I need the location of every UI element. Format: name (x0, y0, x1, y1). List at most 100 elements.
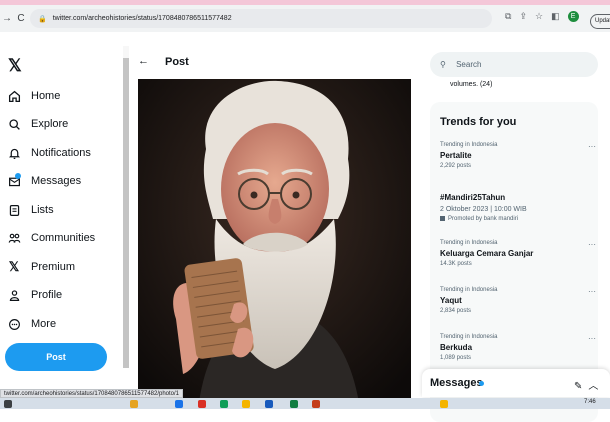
sidebar-item-premium[interactable]: 𝕏 Premium (6, 256, 75, 278)
install-icon[interactable]: ⧉ (505, 11, 511, 22)
more-horizontal-icon[interactable]: ··· (588, 142, 596, 151)
edge-icon[interactable] (175, 400, 183, 408)
right-column: ⚲ Search volumes. (24) Trends for you Tr… (430, 46, 600, 422)
sidebar-scrollbar[interactable] (123, 58, 129, 368)
search-icon (6, 116, 22, 132)
sidepanel-icon[interactable]: ◧ (551, 11, 560, 22)
main-column: ← Post (130, 46, 420, 409)
search-icon: ⚲ (440, 60, 446, 69)
x-logo-icon[interactable]: 𝕏 (8, 56, 22, 76)
messages-actions: ✎︿ (574, 377, 604, 392)
trend-name: Pertalite (440, 151, 472, 160)
trend-item-promoted[interactable]: #Mandiri25Tahun 2 Oktober 2023 | 10:00 W… (440, 190, 590, 222)
page-title: Post (165, 56, 189, 68)
sidebar-item-label: Messages (31, 175, 82, 187)
trend-date: 2 Oktober 2023 | 10:00 WIB (440, 206, 527, 213)
app-icon[interactable] (130, 400, 138, 408)
trend-count: 2,292 posts (440, 163, 472, 169)
start-icon[interactable] (4, 400, 12, 408)
lock-icon: 🔒 (38, 15, 47, 23)
sidebar-item-label: Communities (31, 232, 96, 244)
sidebar-item-label: Lists (31, 204, 54, 216)
bookmark-star-icon[interactable]: ☆ (535, 11, 543, 22)
envelope-icon (6, 173, 22, 189)
sidebar-item-communities[interactable]: Communities (6, 227, 95, 249)
sidebar-item-label: Notifications (31, 147, 91, 159)
sidebar-item-lists[interactable]: Lists (6, 199, 54, 221)
sidebar-item-messages[interactable]: Messages (6, 170, 81, 192)
address-url: twitter.com/archeohistories/status/17084… (52, 15, 232, 22)
search-input[interactable]: ⚲ Search (430, 52, 598, 77)
more-horizontal-icon[interactable]: ··· (588, 240, 596, 249)
browser-toolbar: → C 🔒 twitter.com/archeohistories/status… (0, 5, 610, 32)
sidebar-item-profile[interactable]: Profile (6, 284, 62, 306)
trends-title: Trends for you (440, 116, 517, 128)
notification-dot (15, 173, 21, 179)
sidebar-item-label: More (31, 318, 57, 330)
sidebar-item-home[interactable]: Home (6, 85, 60, 107)
os-taskbar: 7:46 (0, 398, 610, 409)
back-arrow-icon[interactable]: ← (138, 55, 149, 67)
photo-image (138, 79, 411, 409)
trend-item[interactable]: Trending in Indonesia Berkuda 1,089 post… (440, 334, 596, 361)
trend-count: 1,089 posts (440, 355, 472, 361)
powerpoint-icon[interactable] (312, 400, 320, 408)
expand-chevron-icon[interactable]: ︿ (588, 381, 604, 392)
back-arrow-icon[interactable]: → (0, 13, 14, 24)
sidebar-item-label: Profile (31, 289, 63, 301)
trend-item[interactable]: Trending in Indonesia Yaqut 2,834 posts … (440, 287, 596, 314)
sidebar-item-label: Home (31, 90, 61, 102)
weather-icon (440, 400, 448, 408)
taskbar-clock: 7:46 (584, 399, 596, 405)
sidebar-item-explore[interactable]: Explore (6, 113, 68, 135)
x-premium-icon: 𝕏 (8, 259, 20, 274)
address-bar[interactable]: 🔒 twitter.com/archeohistories/status/170… (30, 9, 492, 28)
trend-meta: Trending in Indonesia (440, 142, 498, 148)
word-icon[interactable] (265, 400, 273, 408)
trend-name: Berkuda (440, 343, 473, 352)
trend-item[interactable]: Trending in Indonesia Keluarga Cemara Ga… (440, 240, 596, 267)
bell-icon (6, 145, 22, 161)
sidebar: 𝕏 Home Explore Notifications Messages Li… (0, 46, 122, 388)
unread-dot (479, 381, 484, 386)
trend-item[interactable]: Trending in Indonesia Pertalite 2,292 po… (440, 142, 596, 169)
folder-icon[interactable] (242, 400, 250, 408)
reload-icon[interactable]: C (14, 13, 28, 24)
list-icon (6, 202, 22, 218)
profile-avatar[interactable]: E (567, 11, 579, 22)
sidebar-item-more[interactable]: More (6, 313, 56, 335)
more-horizontal-icon[interactable]: ··· (588, 287, 596, 296)
trend-name: #Mandiri25Tahun (440, 193, 506, 202)
sidebar-item-label: Explore (31, 118, 69, 130)
more-horizontal-icon[interactable]: ··· (588, 334, 596, 343)
update-button[interactable]: Update (590, 14, 610, 29)
trend-name: Keluarga Cemara Ganjar (440, 249, 534, 258)
compose-message-icon[interactable]: ✎ (574, 381, 588, 392)
browser-actions: ⧉ ⇪ ☆ ◧ E (505, 11, 579, 22)
trend-name: Yaqut (440, 296, 462, 305)
communities-icon (6, 230, 22, 246)
post-button[interactable]: Post (5, 343, 107, 371)
messages-drawer[interactable]: Messages ✎︿ (422, 369, 610, 397)
promoted-label: Promoted by bank mandiri (440, 216, 590, 222)
share-icon[interactable]: ⇪ (519, 11, 527, 22)
messages-drawer-title: Messages (430, 377, 483, 389)
sidebar-item-label: Premium (31, 261, 76, 273)
trend-meta: Trending in Indonesia (440, 287, 498, 293)
chrome-icon[interactable] (198, 400, 206, 408)
excel-icon[interactable] (290, 400, 298, 408)
post-photo[interactable] (138, 79, 411, 409)
trend-count: 14.3K posts (440, 261, 472, 267)
promoted-icon (440, 216, 445, 221)
app-icon[interactable] (220, 400, 228, 408)
post-header: ← Post (130, 46, 420, 79)
trend-meta: Trending in Indonesia (440, 334, 498, 340)
sidebar-item-notifications[interactable]: Notifications (6, 142, 91, 164)
link-hover-status: twitter.com/archeohistories/status/17084… (0, 389, 184, 398)
truncated-text: volumes. (24) (450, 81, 493, 88)
person-icon (6, 287, 22, 303)
trend-meta: Trending in Indonesia (440, 240, 498, 246)
search-placeholder: Search (456, 60, 482, 69)
trend-count: 2,834 posts (440, 308, 472, 314)
home-icon (6, 88, 22, 104)
